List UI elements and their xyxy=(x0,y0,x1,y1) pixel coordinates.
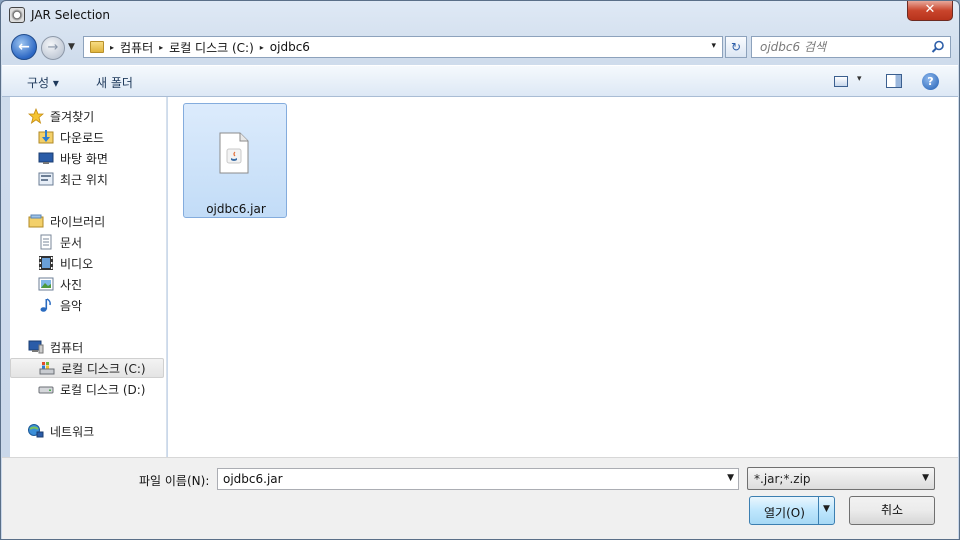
nav-item-music[interactable]: 음악 xyxy=(38,295,82,315)
navigation-pane: 즐겨찾기 다운로드 바탕 화면 최근 위치 라이브러리 문서 비디오 사진 음악… xyxy=(10,97,167,457)
cancel-button[interactable]: 취소 xyxy=(849,496,935,525)
search-icon[interactable] xyxy=(930,39,946,55)
file-type-value: *.jar;*.zip xyxy=(754,472,811,486)
chevron-right-icon[interactable]: ▸ xyxy=(159,43,163,52)
organize-button[interactable]: 구성 ▾ xyxy=(27,74,59,91)
nav-item-label: 다운로드 xyxy=(60,130,105,145)
nav-item-label: 로컬 디스크 (D:) xyxy=(60,382,146,397)
breadcrumb-computer[interactable]: 컴퓨터 xyxy=(120,39,153,56)
videos-icon xyxy=(39,256,53,270)
file-type-filter[interactable]: *.jar;*.zip ▼ xyxy=(747,467,935,490)
file-name-label: 파일 이름(N): xyxy=(139,474,210,488)
nav-item-local-disk-d[interactable]: 로컬 디스크 (D:) xyxy=(38,379,145,399)
desktop-icon xyxy=(38,152,54,164)
breadcrumb-local-disk-c[interactable]: 로컬 디스크 (C:) xyxy=(169,39,254,56)
window-title: JAR Selection xyxy=(31,8,110,22)
search-input[interactable] xyxy=(752,37,922,57)
nav-computer-label: 컴퓨터 xyxy=(50,340,84,355)
nav-item-downloads[interactable]: 다운로드 xyxy=(38,127,104,147)
nav-item-documents[interactable]: 문서 xyxy=(38,232,82,252)
new-folder-button[interactable]: 새 폴더 xyxy=(96,74,133,91)
nav-item-pictures[interactable]: 사진 xyxy=(38,274,82,294)
nav-favorites-label: 즐겨찾기 xyxy=(50,109,95,124)
music-icon xyxy=(40,298,51,312)
change-view-icon[interactable] xyxy=(834,76,848,87)
nav-item-label: 로컬 디스크 (C:) xyxy=(61,361,146,376)
network-icon xyxy=(28,424,44,438)
title-bar: JAR Selection ✕ xyxy=(1,1,959,31)
open-button[interactable]: 열기(O) ▼ xyxy=(749,496,835,525)
nav-item-local-disk-c[interactable]: 로컬 디스크 (C:) xyxy=(10,358,164,378)
folder-icon xyxy=(90,41,104,53)
chevron-right-icon[interactable]: ▸ xyxy=(260,43,264,52)
nav-item-label: 최근 위치 xyxy=(60,172,108,187)
file-name-field[interactable]: ojdbc6.jar ▼ xyxy=(217,468,739,490)
open-button-label: 열기(O) xyxy=(764,506,805,520)
nav-item-label: 비디오 xyxy=(60,256,94,271)
address-row: ← → ▼ ▸ 컴퓨터 ▸ 로컬 디스크 (C:) ▸ ojdbc6 ▾ ↻ xyxy=(9,32,953,62)
nav-item-videos[interactable]: 비디오 xyxy=(38,253,93,273)
file-name: ojdbc6.jar xyxy=(206,202,266,216)
back-button[interactable]: ← xyxy=(11,34,37,60)
command-bar: 구성 ▾ 새 폴더 ▾ ? xyxy=(2,65,958,97)
recent-pages-dropdown-icon[interactable]: ▼ xyxy=(68,42,75,52)
documents-icon xyxy=(40,234,52,250)
refresh-button[interactable]: ↻ xyxy=(725,36,747,58)
nav-favorites[interactable]: 즐겨찾기 xyxy=(28,106,94,126)
file-name-value[interactable]: ojdbc6.jar xyxy=(223,472,283,486)
forward-button[interactable]: → xyxy=(41,36,65,60)
nav-item-label: 문서 xyxy=(60,235,83,250)
file-list: ojdbc6.jar xyxy=(168,97,958,457)
nav-item-recent-places[interactable]: 최근 위치 xyxy=(38,169,108,189)
file-item[interactable]: ojdbc6.jar xyxy=(183,103,287,218)
address-bar[interactable]: ▸ 컴퓨터 ▸ 로컬 디스크 (C:) ▸ ojdbc6 ▾ xyxy=(83,36,723,58)
view-dropdown-icon[interactable]: ▾ xyxy=(857,74,862,84)
nav-network-label: 네트워크 xyxy=(50,424,95,439)
chevron-right-icon[interactable]: ▸ xyxy=(110,43,114,52)
computer-icon xyxy=(28,340,44,354)
downloads-folder-icon xyxy=(38,130,54,144)
help-icon[interactable]: ? xyxy=(922,73,939,90)
nav-item-label: 음악 xyxy=(60,298,83,313)
nav-libraries-label: 라이브러리 xyxy=(50,214,106,229)
nav-item-label: 사진 xyxy=(60,277,83,292)
search-box[interactable] xyxy=(751,36,951,58)
close-button[interactable]: ✕ xyxy=(907,1,953,21)
jar-file-icon xyxy=(219,132,249,174)
chevron-down-icon[interactable]: ▼ xyxy=(727,473,734,483)
jar-selection-dialog: JAR Selection ✕ ← → ▼ ▸ 컴퓨터 ▸ 로컬 디스크 (C:… xyxy=(0,0,960,540)
recent-places-icon xyxy=(38,172,54,186)
dialog-footer: 파일 이름(N): ojdbc6.jar ▼ *.jar;*.zip ▼ 열기(… xyxy=(2,457,958,539)
open-options-dropdown-icon[interactable]: ▼ xyxy=(818,497,834,524)
nav-item-desktop[interactable]: 바탕 화면 xyxy=(38,148,108,168)
pictures-icon xyxy=(38,277,54,291)
address-dropdown-icon[interactable]: ▾ xyxy=(711,41,716,51)
breadcrumb-ojdbc6[interactable]: ojdbc6 xyxy=(270,40,310,54)
nav-computer[interactable]: 컴퓨터 xyxy=(28,337,83,357)
hard-drive-icon xyxy=(38,386,54,394)
chevron-down-icon[interactable]: ▼ xyxy=(922,473,929,483)
preview-pane-icon[interactable] xyxy=(886,74,902,88)
nav-item-label: 바탕 화면 xyxy=(60,151,108,166)
nav-network[interactable]: 네트워크 xyxy=(28,421,94,441)
app-icon xyxy=(9,7,25,23)
nav-libraries[interactable]: 라이브러리 xyxy=(28,211,105,231)
star-icon xyxy=(28,108,44,124)
system-drive-icon xyxy=(39,362,55,375)
library-icon xyxy=(28,214,44,228)
